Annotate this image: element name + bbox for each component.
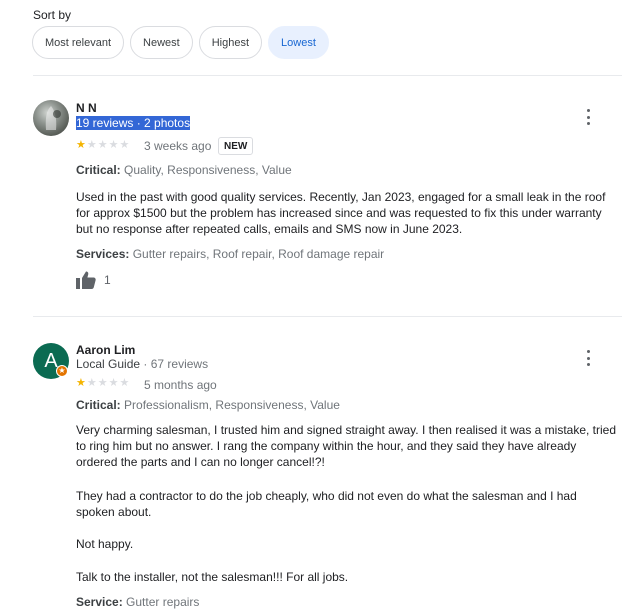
review-time: 5 months ago [144, 378, 217, 392]
star-rating: ★ ★ ★ ★ ★ [76, 378, 129, 389]
sort-chip-lowest[interactable]: Lowest [268, 26, 329, 59]
more-options-icon[interactable] [582, 350, 594, 366]
reviewer-avatar[interactable] [33, 100, 69, 136]
review-text: Very charming salesman, I trusted him an… [76, 422, 618, 470]
star-empty-icon: ★ [86, 139, 97, 151]
star-filled-icon: ★ [76, 377, 86, 389]
review-text: Not happy. [76, 536, 618, 552]
reviewer-stats[interactable]: 19 reviews · 2 photos [76, 116, 191, 130]
critical-label: Critical: [76, 163, 121, 177]
like-button[interactable]: 1 [76, 271, 111, 289]
services-label: Service: [76, 595, 123, 609]
review-text: They had a contractor to do the job chea… [76, 488, 618, 520]
new-badge: NEW [218, 137, 254, 155]
services-value: Gutter repairs [126, 595, 200, 609]
services-tags: Services: Gutter repairs, Roof repair, R… [76, 247, 384, 261]
sort-chip-most-relevant[interactable]: Most relevant [32, 26, 125, 59]
like-count: 1 [104, 273, 111, 287]
review-paragraph: Talk to the installer, not the salesman!… [76, 570, 349, 584]
local-guide-label: Local Guide [76, 357, 141, 371]
star-empty-icon: ★ [97, 377, 108, 389]
reviewer-name[interactable]: Aaron Lim [76, 343, 135, 357]
local-guide-star-icon: ★ [56, 365, 68, 377]
review-paragraph: They had a contractor to do the job chea… [76, 489, 577, 519]
review-time: 3 weeks ago [144, 139, 212, 153]
sort-chip-newest[interactable]: Newest [130, 26, 193, 59]
star-empty-icon: ★ [108, 377, 119, 389]
star-filled-icon: ★ [76, 139, 86, 151]
reviewer-reviews-count: 19 reviews [76, 116, 134, 130]
critical-tags: Critical: Professionalism, Responsivenes… [76, 398, 340, 412]
reviewer-reviews-count: 67 reviews [150, 357, 209, 371]
avatar-photo-icon [45, 106, 61, 130]
services-label: Services: [76, 247, 130, 261]
stats-separator: · [133, 116, 145, 130]
stats-separator: · [140, 357, 151, 371]
critical-label: Critical: [76, 398, 121, 412]
star-empty-icon: ★ [97, 139, 108, 151]
star-empty-icon: ★ [108, 139, 119, 151]
services-value: Gutter repairs, Roof repair, Roof damage… [132, 247, 385, 261]
review-paragraph: Used in the past with good quality servi… [76, 190, 606, 236]
review-text: Talk to the installer, not the salesman!… [76, 569, 618, 585]
review-paragraph: Very charming salesman, I trusted him an… [76, 423, 617, 469]
services-tags: Service: Gutter repairs [76, 595, 199, 609]
more-options-icon[interactable] [582, 109, 594, 125]
critical-tags: Critical: Quality, Responsiveness, Value [76, 163, 292, 177]
reviewer-photos-count: 2 photos [144, 116, 191, 130]
divider [33, 75, 622, 76]
sort-chips: Most relevant Newest Highest Lowest [32, 26, 329, 59]
star-rating: ★ ★ ★ ★ ★ [76, 140, 129, 151]
divider [33, 316, 622, 317]
reviewer-stats[interactable]: Local Guide · 67 reviews [76, 357, 208, 371]
star-empty-icon: ★ [119, 139, 130, 151]
sort-label: Sort by [33, 8, 72, 22]
review-text: Used in the past with good quality servi… [76, 189, 618, 237]
reviewer-name[interactable]: N N [76, 101, 97, 115]
critical-value: Quality, Responsiveness, Value [124, 163, 292, 177]
sort-chip-highest[interactable]: Highest [198, 26, 263, 59]
review-paragraph: Not happy. [76, 537, 134, 551]
thumbs-up-icon [76, 271, 96, 289]
critical-value: Professionalism, Responsiveness, Value [124, 398, 340, 412]
star-empty-icon: ★ [86, 377, 97, 389]
star-empty-icon: ★ [119, 377, 130, 389]
